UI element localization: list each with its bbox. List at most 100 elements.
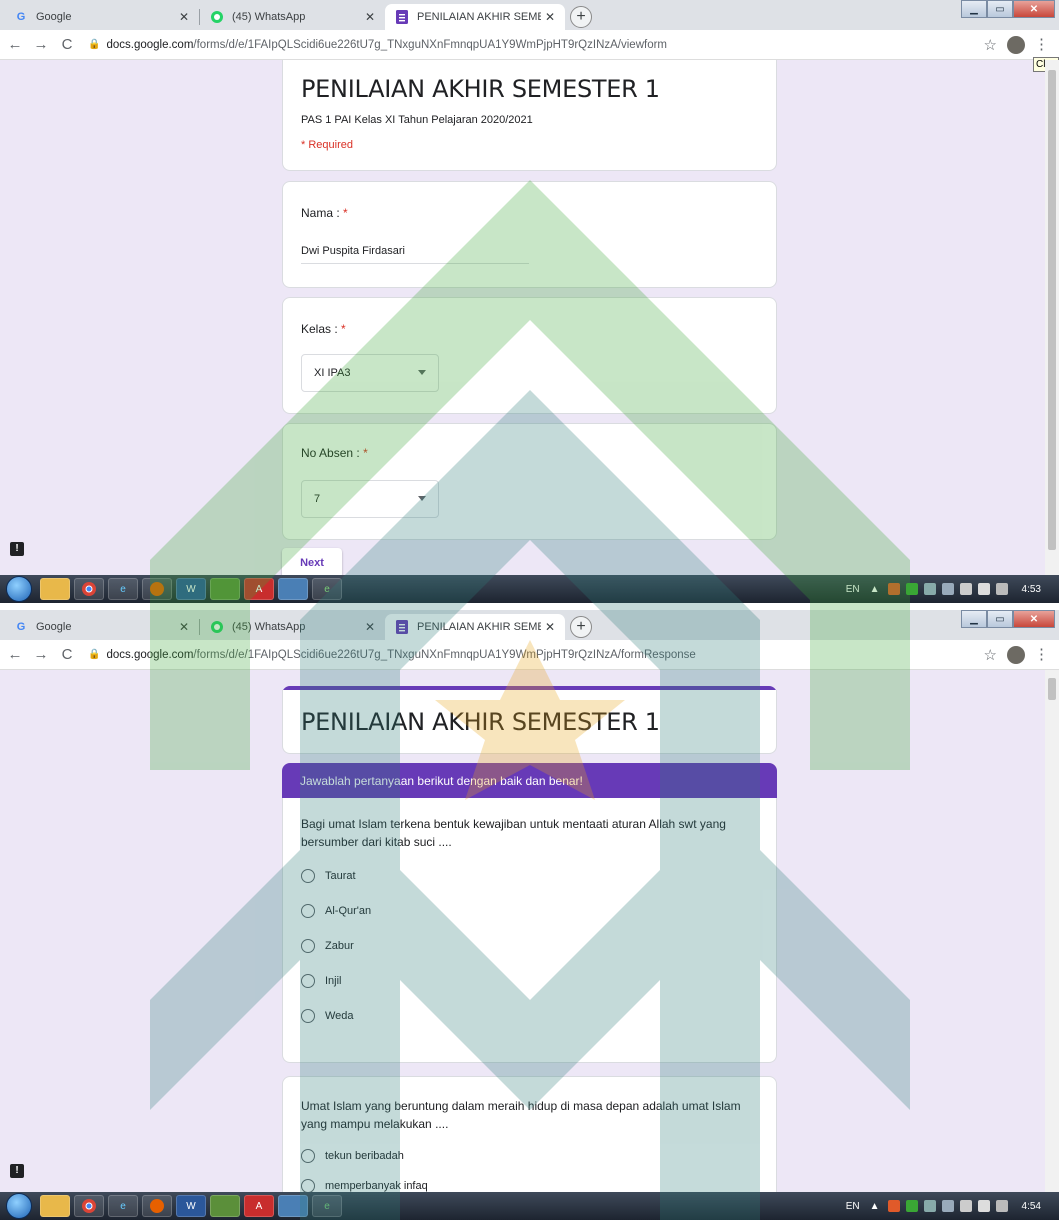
nama-input[interactable]: Dwi Puspita Firdasari: [301, 245, 529, 264]
close-button[interactable]: ✕: [1013, 610, 1055, 628]
radio-button[interactable]: [301, 1179, 315, 1192]
ie-icon[interactable]: e: [108, 1195, 138, 1217]
radio-button[interactable]: [301, 1009, 315, 1023]
maximize-button[interactable]: ▭: [987, 0, 1013, 18]
new-tab-button[interactable]: +: [570, 616, 592, 638]
power-icon[interactable]: [959, 1200, 972, 1212]
language-indicator[interactable]: EN: [846, 1201, 860, 1212]
display-icon[interactable]: [995, 1200, 1008, 1212]
option-memperbanyak-infaq[interactable]: memperbanyak infaq: [301, 1179, 428, 1192]
forward-icon[interactable]: →: [30, 36, 52, 53]
word-icon[interactable]: W: [176, 578, 206, 600]
close-tab-icon[interactable]: ✕: [361, 10, 379, 24]
chrome-icon[interactable]: [74, 578, 104, 600]
next-button[interactable]: Next: [282, 548, 342, 575]
tray-expand-icon[interactable]: ▲: [870, 584, 880, 595]
network-icon[interactable]: [941, 1200, 954, 1212]
option-label: Al-Qur'an: [325, 905, 372, 917]
close-tab-icon[interactable]: ✕: [361, 620, 379, 634]
address-bar[interactable]: docs.google.com/forms/d/e/1FAIpQLScidi6u…: [106, 39, 667, 51]
tab-form[interactable]: PENILAIAN AKHIR SEMESTER 1 ✕: [385, 614, 565, 640]
tab-whatsapp[interactable]: (45) WhatsApp ✕: [200, 614, 385, 640]
option-taurat[interactable]: Taurat: [301, 869, 356, 883]
image-viewer-icon[interactable]: [210, 578, 240, 600]
flag-icon[interactable]: [923, 583, 936, 595]
close-tab-icon[interactable]: ✕: [175, 10, 193, 24]
menu-icon[interactable]: ⋮: [1034, 645, 1049, 663]
profile-avatar[interactable]: [1007, 646, 1025, 664]
firefox-icon[interactable]: [142, 578, 172, 600]
app-icon[interactable]: [278, 1195, 308, 1217]
profile-avatar[interactable]: [1007, 36, 1025, 54]
explorer-icon[interactable]: [40, 1195, 70, 1217]
scrollbar[interactable]: [1045, 60, 1059, 575]
close-tab-icon[interactable]: ✕: [541, 10, 559, 24]
address-bar[interactable]: docs.google.com/forms/d/e/1FAIpQLScidi6u…: [106, 649, 695, 661]
reload-icon[interactable]: C: [56, 36, 78, 53]
radio-button[interactable]: [301, 939, 315, 953]
volume-icon[interactable]: [977, 583, 990, 595]
new-tab-button[interactable]: +: [570, 6, 592, 28]
ie-icon[interactable]: e: [108, 578, 138, 600]
pdf-reader-icon[interactable]: A: [244, 578, 274, 600]
clock[interactable]: 4:53: [1022, 584, 1041, 595]
language-indicator[interactable]: EN: [846, 584, 860, 595]
drive-icon[interactable]: [905, 1200, 918, 1212]
option-alquran[interactable]: Al-Qur'an: [301, 904, 371, 918]
back-icon[interactable]: ←: [4, 646, 26, 663]
scrollbar-thumb[interactable]: [1048, 70, 1056, 550]
drive-icon[interactable]: [905, 583, 918, 595]
scrollbar-thumb[interactable]: [1048, 678, 1056, 700]
explorer-icon[interactable]: [40, 578, 70, 600]
app-icon[interactable]: [278, 578, 308, 600]
reload-icon[interactable]: C: [56, 646, 78, 663]
network-app-icon[interactable]: e: [312, 1195, 342, 1217]
close-tab-icon[interactable]: ✕: [175, 620, 193, 634]
power-icon[interactable]: [959, 583, 972, 595]
tab-google[interactable]: G Google ✕: [4, 4, 199, 30]
network-app-icon[interactable]: e: [312, 578, 342, 600]
feedback-icon[interactable]: !: [10, 1164, 24, 1178]
minimize-button[interactable]: ▁: [961, 610, 987, 628]
warning-icon[interactable]: [887, 583, 900, 595]
image-viewer-icon[interactable]: [210, 1195, 240, 1217]
tab-whatsapp[interactable]: (45) WhatsApp ✕: [200, 4, 385, 30]
pdf-reader-icon[interactable]: A: [244, 1195, 274, 1217]
maximize-button[interactable]: ▭: [987, 610, 1013, 628]
option-injil[interactable]: Injil: [301, 974, 342, 988]
radio-button[interactable]: [301, 974, 315, 988]
back-icon[interactable]: ←: [4, 36, 26, 53]
tab-google[interactable]: G Google ✕: [4, 614, 199, 640]
option-weda[interactable]: Weda: [301, 1009, 354, 1023]
dropdown-value: 7: [314, 493, 321, 505]
kelas-dropdown[interactable]: XI IPA3: [301, 354, 439, 392]
start-button[interactable]: [6, 1193, 32, 1219]
scrollbar[interactable]: [1045, 670, 1059, 1192]
start-button[interactable]: [6, 576, 32, 602]
absen-dropdown[interactable]: 7: [301, 480, 439, 518]
bookmark-star-icon[interactable]: ☆: [984, 646, 997, 664]
warning-icon[interactable]: [887, 1200, 900, 1212]
volume-icon[interactable]: [977, 1200, 990, 1212]
radio-button[interactable]: [301, 904, 315, 918]
word-icon[interactable]: W: [176, 1195, 206, 1217]
chrome-icon[interactable]: [74, 1195, 104, 1217]
menu-icon[interactable]: ⋮: [1034, 35, 1049, 53]
display-icon[interactable]: [995, 583, 1008, 595]
minimize-button[interactable]: ▁: [961, 0, 987, 18]
close-tab-icon[interactable]: ✕: [541, 620, 559, 634]
flag-icon[interactable]: [923, 1200, 936, 1212]
radio-button[interactable]: [301, 1149, 315, 1163]
tray-expand-icon[interactable]: ▲: [870, 1201, 880, 1212]
close-button[interactable]: ✕: [1013, 0, 1055, 18]
bookmark-star-icon[interactable]: ☆: [984, 36, 997, 54]
tab-form[interactable]: PENILAIAN AKHIR SEMESTER 1 ✕: [385, 4, 565, 30]
clock[interactable]: 4:54: [1022, 1201, 1041, 1212]
option-tekun-beribadah[interactable]: tekun beribadah: [301, 1149, 404, 1163]
firefox-icon[interactable]: [142, 1195, 172, 1217]
network-icon[interactable]: [941, 583, 954, 595]
feedback-icon[interactable]: !: [10, 542, 24, 556]
radio-button[interactable]: [301, 869, 315, 883]
option-zabur[interactable]: Zabur: [301, 939, 354, 953]
forward-icon[interactable]: →: [30, 646, 52, 663]
